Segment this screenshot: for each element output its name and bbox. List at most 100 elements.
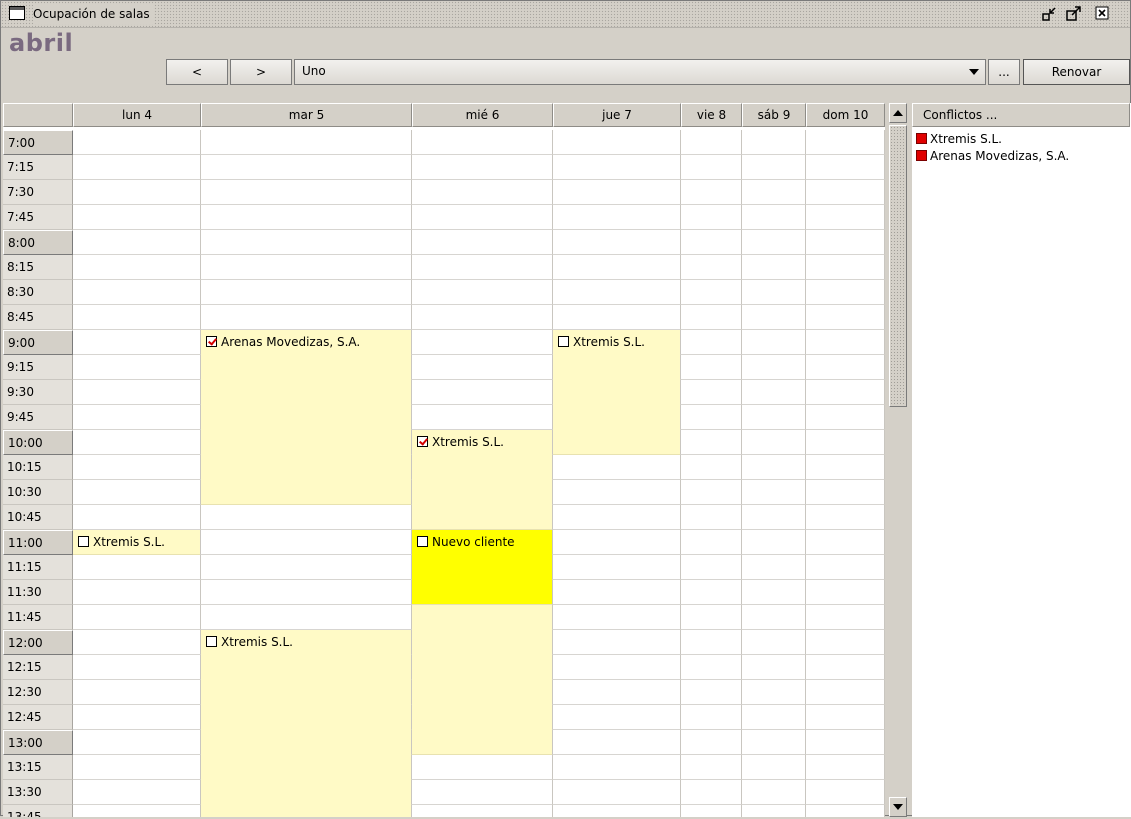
time-slot-cell[interactable] bbox=[681, 630, 742, 655]
previous-week-button[interactable]: < bbox=[166, 59, 228, 85]
time-slot-cell[interactable] bbox=[681, 355, 742, 380]
time-slot-cell[interactable] bbox=[412, 280, 553, 305]
time-slot-cell[interactable] bbox=[742, 430, 806, 455]
time-slot-cell[interactable] bbox=[681, 255, 742, 280]
time-slot-cell[interactable] bbox=[742, 130, 806, 155]
close-icon[interactable] bbox=[1094, 5, 1111, 22]
time-slot-cell[interactable] bbox=[742, 480, 806, 505]
time-slot-cell[interactable] bbox=[412, 780, 553, 805]
booking-block[interactable]: Arenas Movedizas, S.A. bbox=[201, 330, 411, 505]
time-slot-cell[interactable] bbox=[553, 705, 681, 730]
title-bar[interactable]: Ocupación de salas bbox=[1, 1, 1130, 28]
time-slot-cell[interactable] bbox=[201, 230, 412, 255]
time-slot-cell[interactable] bbox=[806, 230, 885, 255]
time-slot-cell[interactable] bbox=[806, 680, 885, 705]
time-slot-cell[interactable] bbox=[806, 480, 885, 505]
time-slot-cell[interactable] bbox=[553, 680, 681, 705]
time-slot-cell[interactable] bbox=[201, 505, 412, 530]
scroll-thumb[interactable] bbox=[889, 125, 907, 407]
time-slot-cell[interactable] bbox=[806, 380, 885, 405]
time-slot-cell[interactable] bbox=[681, 655, 742, 680]
time-slot-cell[interactable] bbox=[742, 755, 806, 780]
time-slot-cell[interactable] bbox=[742, 280, 806, 305]
time-slot-cell[interactable] bbox=[201, 580, 412, 605]
time-slot-cell[interactable] bbox=[73, 380, 201, 405]
time-slot-cell[interactable] bbox=[806, 805, 885, 817]
time-slot-cell[interactable] bbox=[73, 480, 201, 505]
time-slot-cell[interactable] bbox=[681, 205, 742, 230]
time-slot-cell[interactable] bbox=[806, 355, 885, 380]
time-slot-cell[interactable] bbox=[73, 330, 201, 355]
day-header[interactable]: sáb 9 bbox=[742, 103, 806, 127]
time-slot-cell[interactable] bbox=[742, 605, 806, 630]
time-slot-cell[interactable] bbox=[73, 605, 201, 630]
time-slot-cell[interactable] bbox=[681, 330, 742, 355]
time-slot-cell[interactable] bbox=[73, 205, 201, 230]
time-slot-cell[interactable] bbox=[553, 505, 681, 530]
time-slot-cell[interactable] bbox=[73, 580, 201, 605]
time-slot-cell[interactable] bbox=[412, 155, 553, 180]
time-slot-cell[interactable] bbox=[681, 605, 742, 630]
time-slot-cell[interactable] bbox=[201, 130, 412, 155]
time-slot-cell[interactable] bbox=[553, 730, 681, 755]
time-slot-cell[interactable] bbox=[806, 605, 885, 630]
booking-block[interactable] bbox=[412, 605, 552, 755]
time-slot-cell[interactable] bbox=[553, 480, 681, 505]
time-slot-cell[interactable] bbox=[806, 530, 885, 555]
time-slot-cell[interactable] bbox=[806, 755, 885, 780]
time-slot-cell[interactable] bbox=[742, 730, 806, 755]
time-slot-cell[interactable] bbox=[553, 230, 681, 255]
time-slot-cell[interactable] bbox=[742, 405, 806, 430]
time-slot-cell[interactable] bbox=[742, 305, 806, 330]
time-slot-cell[interactable] bbox=[742, 505, 806, 530]
checkbox-unchecked-icon[interactable] bbox=[78, 536, 89, 547]
time-slot-cell[interactable] bbox=[73, 180, 201, 205]
day-header[interactable]: lun 4 bbox=[73, 103, 201, 127]
day-header[interactable]: mié 6 bbox=[412, 103, 553, 127]
time-slot-cell[interactable] bbox=[73, 280, 201, 305]
time-slot-cell[interactable] bbox=[412, 230, 553, 255]
time-slot-cell[interactable] bbox=[806, 505, 885, 530]
time-slot-cell[interactable] bbox=[681, 480, 742, 505]
time-slot-cell[interactable] bbox=[553, 205, 681, 230]
time-slot-cell[interactable] bbox=[201, 255, 412, 280]
time-slot-cell[interactable] bbox=[681, 755, 742, 780]
time-slot-cell[interactable] bbox=[742, 805, 806, 817]
time-slot-cell[interactable] bbox=[553, 255, 681, 280]
time-slot-cell[interactable] bbox=[201, 280, 412, 305]
time-slot-cell[interactable] bbox=[742, 580, 806, 605]
time-slot-cell[interactable] bbox=[742, 455, 806, 480]
minimize-icon[interactable] bbox=[1041, 5, 1058, 22]
time-slot-cell[interactable] bbox=[806, 180, 885, 205]
time-slot-cell[interactable] bbox=[553, 655, 681, 680]
time-slot-cell[interactable] bbox=[73, 755, 201, 780]
time-slot-cell[interactable] bbox=[201, 180, 412, 205]
time-slot-cell[interactable] bbox=[73, 780, 201, 805]
time-slot-cell[interactable] bbox=[681, 455, 742, 480]
time-slot-cell[interactable] bbox=[73, 805, 201, 817]
weekly-calendar-grid[interactable]: lun 4 mar 5 mié 6 jue 7 vie 8 sáb 9 dom 10 7:00… bbox=[3, 103, 885, 817]
time-slot-cell[interactable] bbox=[806, 455, 885, 480]
time-slot-cell[interactable] bbox=[412, 130, 553, 155]
checkbox-unchecked-icon[interactable] bbox=[417, 536, 428, 547]
time-slot-cell[interactable] bbox=[73, 630, 201, 655]
time-slot-cell[interactable] bbox=[806, 330, 885, 355]
time-slot-cell[interactable] bbox=[681, 780, 742, 805]
maximize-icon[interactable] bbox=[1065, 5, 1082, 22]
time-slot-cell[interactable] bbox=[681, 305, 742, 330]
time-slot-cell[interactable] bbox=[742, 380, 806, 405]
time-slot-cell[interactable] bbox=[806, 205, 885, 230]
conflicts-header[interactable]: Conflictos ... bbox=[912, 103, 1130, 127]
booking-block[interactable]: Xtremis S.L. bbox=[201, 630, 411, 817]
time-slot-cell[interactable] bbox=[681, 280, 742, 305]
time-slot-cell[interactable] bbox=[681, 705, 742, 730]
time-slot-cell[interactable] bbox=[806, 305, 885, 330]
day-header[interactable]: jue 7 bbox=[553, 103, 681, 127]
time-slot-cell[interactable] bbox=[681, 405, 742, 430]
time-slot-cell[interactable] bbox=[201, 155, 412, 180]
time-slot-cell[interactable] bbox=[806, 130, 885, 155]
time-slot-cell[interactable] bbox=[553, 530, 681, 555]
time-slot-cell[interactable] bbox=[806, 705, 885, 730]
time-slot-cell[interactable] bbox=[553, 130, 681, 155]
time-slot-cell[interactable] bbox=[73, 130, 201, 155]
